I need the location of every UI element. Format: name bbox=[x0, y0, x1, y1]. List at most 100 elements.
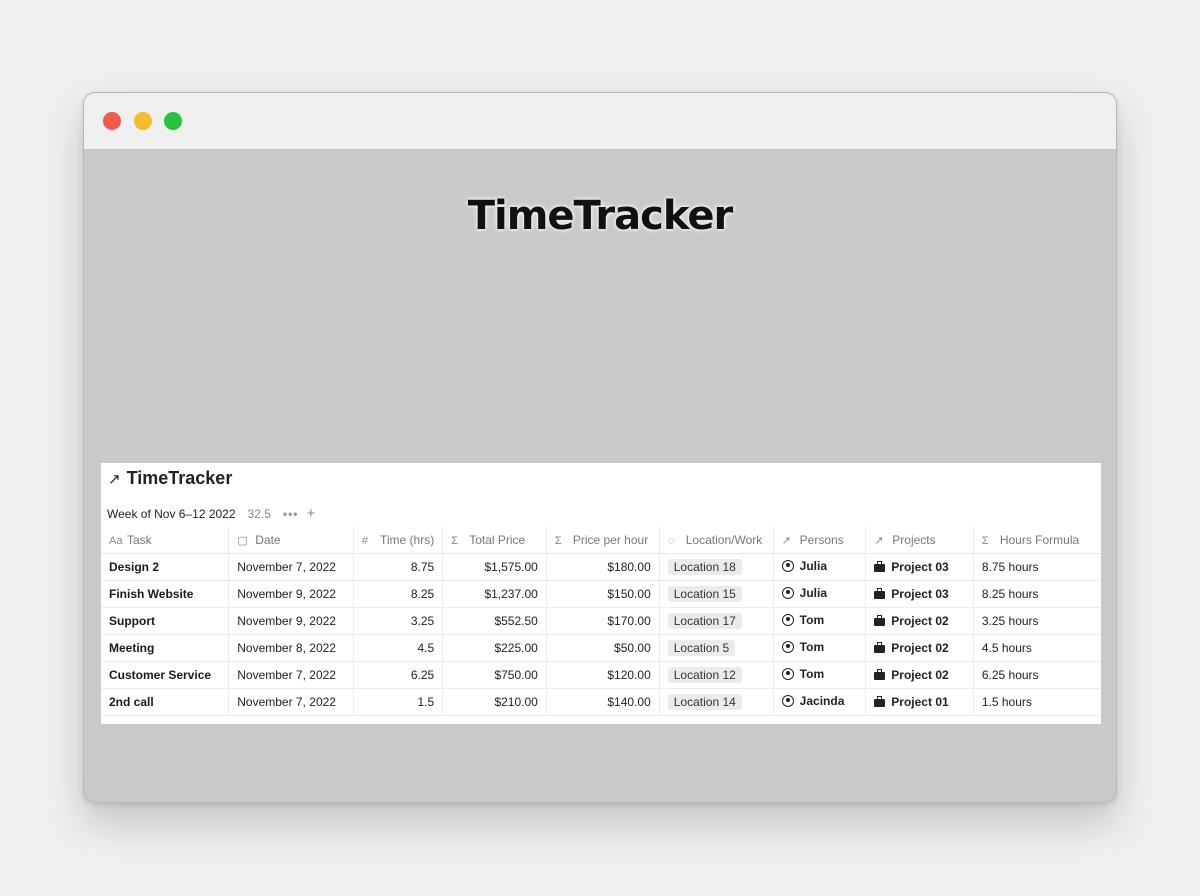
date-cell[interactable]: November 7, 2022 bbox=[228, 688, 354, 716]
more-options-icon[interactable]: ••• bbox=[283, 507, 299, 521]
project-link[interactable]: Project 03 bbox=[874, 560, 949, 574]
sigma-icon: Σ bbox=[554, 535, 562, 547]
location-cell[interactable]: Location 5 bbox=[658, 634, 774, 662]
date-cell[interactable]: November 7, 2022 bbox=[228, 661, 354, 689]
task-cell[interactable]: Finish Website bbox=[101, 580, 229, 608]
hours-formula-cell[interactable]: 6.25 hours bbox=[972, 661, 1101, 689]
minimize-window-button[interactable] bbox=[134, 112, 152, 130]
project-name: Project 02 bbox=[891, 613, 949, 628]
date-cell[interactable]: November 9, 2022 bbox=[228, 580, 354, 608]
price-per-hour-cell[interactable]: $170.00 bbox=[545, 607, 660, 635]
close-window-button[interactable] bbox=[103, 112, 121, 130]
location-cell[interactable]: Location 15 bbox=[658, 580, 774, 608]
column-header-total-price[interactable]: Σ Total Price bbox=[442, 527, 547, 554]
project-cell[interactable]: Project 02 bbox=[865, 607, 974, 635]
project-link[interactable]: Project 02 bbox=[874, 641, 949, 655]
column-header-persons[interactable]: ↗ Persons bbox=[772, 527, 866, 554]
total-price-cell[interactable]: $750.00 bbox=[442, 661, 547, 689]
user-icon bbox=[781, 560, 794, 572]
person-link[interactable]: Tom bbox=[781, 613, 824, 627]
price-per-hour-cell[interactable]: $140.00 bbox=[545, 688, 660, 716]
location-cell[interactable]: Location 12 bbox=[658, 661, 774, 689]
price-per-hour-cell[interactable]: $120.00 bbox=[545, 661, 660, 689]
task-cell[interactable]: Customer Service bbox=[101, 661, 229, 689]
time-cell[interactable]: 1.5 bbox=[352, 688, 443, 716]
project-name: Project 01 bbox=[891, 694, 949, 709]
column-header-price-per-hour[interactable]: Σ Price per hour bbox=[545, 527, 660, 554]
total-price-cell[interactable]: $1,575.00 bbox=[442, 553, 547, 581]
window-titlebar bbox=[84, 93, 1116, 150]
table-row[interactable]: Finish Website November 9, 2022 8.25 $1,237… bbox=[101, 580, 1101, 608]
table-header-row: Aa Task ▢ Date # Time (hrs) Σ Total Price Σ Price… bbox=[101, 527, 1101, 554]
location-tag: Location 17 bbox=[667, 613, 742, 629]
person-link[interactable]: Tom bbox=[781, 667, 824, 681]
table-row[interactable]: Design 2 November 7, 2022 8.75 $1,575.00 $18… bbox=[101, 553, 1101, 581]
time-cell[interactable]: 4.5 bbox=[352, 634, 443, 662]
column-header-time-hrs[interactable]: # Time (hrs) bbox=[352, 527, 443, 554]
project-cell[interactable]: Project 03 bbox=[865, 580, 974, 608]
time-cell[interactable]: 8.25 bbox=[352, 580, 443, 608]
total-price-cell[interactable]: $1,237.00 bbox=[442, 580, 547, 608]
date-cell[interactable]: November 7, 2022 bbox=[228, 553, 354, 581]
column-header-date[interactable]: ▢ Date bbox=[228, 527, 354, 554]
price-per-hour-cell[interactable]: $150.00 bbox=[545, 580, 660, 608]
time-cell[interactable]: 6.25 bbox=[352, 661, 443, 689]
time-cell[interactable]: 8.75 bbox=[352, 553, 443, 581]
view-tab[interactable]: Week of Nov 6–12 2022 bbox=[107, 507, 236, 521]
person-cell[interactable]: Julia bbox=[772, 553, 866, 581]
task-cell[interactable]: Support bbox=[101, 607, 229, 635]
browser-window: TimeTracker ↗ TimeTracker Week of Nov 6–… bbox=[83, 92, 1117, 803]
database-title-link[interactable]: ↗ TimeTracker bbox=[108, 468, 232, 489]
time-cell[interactable]: 3.25 bbox=[352, 607, 443, 635]
project-cell[interactable]: Project 01 bbox=[865, 688, 974, 716]
task-cell[interactable]: Meeting bbox=[101, 634, 229, 662]
project-cell[interactable]: Project 02 bbox=[865, 661, 974, 689]
person-cell[interactable]: Julia bbox=[772, 580, 866, 608]
total-price-cell[interactable]: $210.00 bbox=[442, 688, 547, 716]
project-link[interactable]: Project 01 bbox=[874, 694, 949, 709]
person-cell[interactable]: Tom bbox=[772, 634, 866, 662]
project-link[interactable]: Project 02 bbox=[874, 613, 949, 628]
user-icon bbox=[781, 695, 794, 707]
column-header-task[interactable]: Aa Task bbox=[101, 527, 229, 554]
project-link[interactable]: Project 02 bbox=[874, 668, 949, 682]
person-link[interactable]: Julia bbox=[781, 586, 827, 600]
column-header-projects[interactable]: ↗ Projects bbox=[865, 527, 974, 554]
add-view-icon[interactable]: + bbox=[307, 505, 316, 522]
table-row[interactable]: Meeting November 8, 2022 4.5 $225.00 $50.00 L… bbox=[101, 634, 1101, 662]
hours-formula-cell[interactable]: 4.5 hours bbox=[972, 634, 1101, 662]
location-cell[interactable]: Location 17 bbox=[658, 607, 774, 635]
column-header-hours-formula[interactable]: Σ Hours Formula bbox=[972, 527, 1101, 554]
hours-formula-cell[interactable]: 8.25 hours bbox=[972, 580, 1101, 608]
date-cell[interactable]: November 9, 2022 bbox=[228, 607, 354, 635]
location-cell[interactable]: Location 18 bbox=[658, 553, 774, 581]
person-cell[interactable]: Tom bbox=[772, 607, 866, 635]
table-row[interactable]: 2nd call November 7, 2022 1.5 $210.00 $140.0… bbox=[101, 688, 1101, 716]
column-header-location-work[interactable]: ◌ Location/Work bbox=[658, 527, 774, 554]
hours-formula-cell[interactable]: 8.75 hours bbox=[972, 553, 1101, 581]
table-row[interactable]: Support November 9, 2022 3.25 $552.50 $170.0… bbox=[101, 607, 1101, 635]
total-price-cell[interactable]: $552.50 bbox=[442, 607, 547, 635]
project-link[interactable]: Project 03 bbox=[874, 587, 949, 601]
person-cell[interactable]: Jacinda bbox=[772, 688, 866, 716]
hours-formula-cell[interactable]: 3.25 hours bbox=[972, 607, 1101, 635]
person-link[interactable]: Julia bbox=[781, 559, 827, 573]
date-cell[interactable]: November 8, 2022 bbox=[228, 634, 354, 662]
column-header-label: Total Price bbox=[469, 533, 526, 547]
price-per-hour-cell[interactable]: $180.00 bbox=[545, 553, 660, 581]
price-per-hour-cell[interactable]: $50.00 bbox=[545, 634, 660, 662]
location-cell[interactable]: Location 14 bbox=[658, 688, 774, 716]
person-link[interactable]: Jacinda bbox=[781, 694, 844, 708]
project-cell[interactable]: Project 02 bbox=[865, 634, 974, 662]
person-cell[interactable]: Tom bbox=[772, 661, 866, 689]
table-row[interactable]: Customer Service November 7, 2022 6.25 $750… bbox=[101, 661, 1101, 689]
maximize-window-button[interactable] bbox=[164, 112, 182, 130]
task-cell[interactable]: 2nd call bbox=[101, 688, 229, 716]
view-count: 32.5 bbox=[247, 506, 271, 521]
hours-formula-cell[interactable]: 1.5 hours bbox=[972, 688, 1101, 716]
total-price-cell[interactable]: $225.00 bbox=[442, 634, 547, 662]
person-link[interactable]: Tom bbox=[781, 640, 824, 654]
task-cell[interactable]: Design 2 bbox=[101, 553, 229, 581]
project-cell[interactable]: Project 03 bbox=[865, 553, 974, 581]
column-header-label: Price per hour bbox=[572, 533, 649, 547]
